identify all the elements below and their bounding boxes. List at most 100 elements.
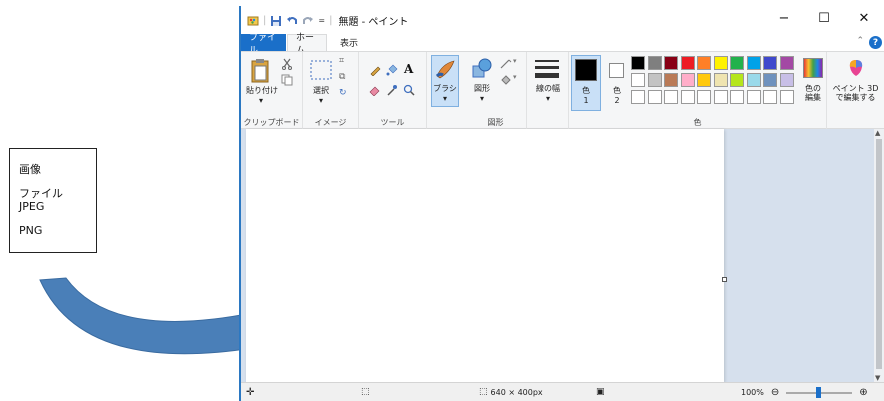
palette-swatch[interactable] — [697, 73, 711, 87]
palette-swatch[interactable] — [631, 90, 645, 104]
save-icon[interactable] — [270, 15, 282, 27]
palette-swatch[interactable] — [647, 73, 662, 87]
shapes-group-label: 図形 — [487, 118, 504, 127]
fill-icon[interactable] — [386, 64, 398, 76]
palette-swatch[interactable] — [779, 73, 794, 87]
cut-icon[interactable] — [281, 58, 293, 70]
magnifier-icon[interactable] — [403, 84, 415, 96]
palette-swatch[interactable] — [763, 56, 777, 70]
palette-swatch[interactable] — [647, 56, 662, 70]
zoom-in-icon[interactable]: ⊕ — [859, 387, 867, 398]
palette-swatch[interactable] — [730, 56, 744, 70]
palette-swatch[interactable] — [779, 90, 794, 104]
redo-icon[interactable] — [302, 15, 314, 27]
eraser-icon[interactable] — [369, 84, 381, 96]
vertical-scrollbar[interactable]: ▲ ▼ — [874, 129, 884, 382]
palette-swatch[interactable] — [713, 90, 728, 104]
color-picker-icon[interactable] — [386, 84, 398, 96]
tab-file[interactable]: ファイル — [241, 33, 286, 56]
edit-colors-line2[interactable]: 編集 — [799, 93, 827, 102]
outline-dropdown-icon[interactable]: ▾ — [513, 57, 517, 65]
scroll-down-icon[interactable]: ▼ — [875, 374, 880, 382]
zoom-slider[interactable] — [786, 386, 853, 398]
pencil-icon[interactable] — [369, 64, 381, 76]
drawing-canvas[interactable] — [246, 129, 724, 382]
paint3d-icon[interactable] — [846, 58, 866, 78]
customize-qa-icon[interactable]: = — [318, 16, 325, 25]
shapes-dropdown-icon[interactable]: ▾ — [477, 94, 487, 103]
palette-swatch[interactable] — [730, 73, 744, 87]
zoom-out-icon[interactable]: ⊖ — [771, 387, 779, 398]
palette-swatch[interactable] — [697, 56, 711, 70]
canvas-resize-handle[interactable] — [722, 277, 727, 282]
palette-swatch[interactable] — [713, 73, 728, 87]
minimize-icon[interactable]: − — [764, 6, 804, 30]
palette-swatch[interactable] — [680, 73, 695, 87]
zoom-slider-thumb[interactable] — [816, 386, 822, 398]
title-bar: | = | 無題 - ペイント − ☐ ✕ — [241, 6, 884, 34]
brush-dropdown-icon[interactable]: ▾ — [440, 94, 450, 103]
edit-colors-line1[interactable]: 色の — [799, 84, 827, 93]
tools-group-label: ツール — [380, 118, 405, 127]
fill-shape-icon[interactable] — [499, 74, 513, 86]
close-icon[interactable]: ✕ — [844, 6, 884, 30]
palette-swatch[interactable] — [664, 90, 678, 104]
screenshot: 画像 ファイル JPEG PNG | = | 無題 - ペイント − ☐ ✕ フ… — [0, 0, 884, 401]
tab-view[interactable]: 表示 — [331, 34, 367, 51]
palette-swatch[interactable] — [664, 56, 678, 70]
select-icon[interactable] — [310, 60, 332, 80]
paste-dropdown-icon[interactable]: ▾ — [256, 96, 266, 105]
size-group: 線の幅 ▾ — [527, 52, 569, 130]
palette-swatch[interactable] — [763, 73, 777, 87]
outline-icon[interactable] — [499, 58, 513, 70]
resize-icon[interactable]: ⧉ — [339, 72, 345, 82]
maximize-icon[interactable]: ☐ — [804, 6, 844, 30]
paint3d-line1[interactable]: ペイント 3D — [827, 84, 884, 93]
edit-colors-icon[interactable] — [803, 58, 823, 78]
undo-icon[interactable] — [286, 15, 298, 27]
palette-swatch[interactable] — [746, 73, 761, 87]
color2-swatch[interactable] — [609, 63, 624, 78]
tab-home[interactable]: ホーム — [287, 33, 327, 56]
palette-swatch[interactable] — [763, 90, 777, 104]
palette-swatch[interactable] — [730, 90, 744, 104]
brush-icon[interactable] — [434, 58, 456, 80]
palette-swatch[interactable] — [680, 56, 695, 70]
scroll-up-icon[interactable]: ▲ — [875, 129, 880, 137]
palette-swatch[interactable] — [713, 56, 728, 70]
shapes-button[interactable]: 図形 — [467, 84, 497, 93]
select-dropdown-icon[interactable]: ▾ — [316, 96, 326, 105]
text-tool-icon[interactable]: A — [404, 62, 413, 76]
scroll-thumb[interactable] — [876, 139, 882, 369]
image-dimensions: 640 × 400px — [490, 387, 543, 397]
collapse-ribbon-icon[interactable]: ⌃ — [856, 36, 864, 46]
line-width-icon[interactable] — [534, 58, 560, 80]
select-button[interactable]: 選択 — [307, 86, 335, 95]
palette-swatch[interactable] — [746, 56, 761, 70]
paste-icon[interactable] — [250, 58, 272, 84]
brush-button[interactable]: ブラシ — [431, 84, 459, 93]
paint3d-line2[interactable]: で編集する — [827, 93, 884, 102]
copy-icon[interactable] — [281, 74, 293, 86]
palette-swatch[interactable] — [779, 56, 794, 70]
paint3d-group: ペイント 3D で編集する — [827, 52, 884, 130]
image-size: ⬚ 640 × 400px — [479, 387, 543, 397]
paste-button[interactable]: 貼り付け — [244, 86, 280, 95]
paint-window: | = | 無題 - ペイント − ☐ ✕ ファイル ホーム 表示 ⌃ ? — [239, 6, 884, 401]
color1-swatch[interactable] — [575, 59, 597, 81]
shapes-icon[interactable] — [471, 58, 493, 80]
palette-swatch[interactable] — [664, 73, 678, 87]
palette-swatch[interactable] — [680, 90, 695, 104]
palette-swatch[interactable] — [631, 73, 645, 87]
color2-label: 色 — [613, 86, 621, 95]
fill-dropdown-icon[interactable]: ▾ — [513, 73, 517, 81]
palette-swatch[interactable] — [647, 90, 662, 104]
palette-swatch[interactable] — [631, 56, 645, 70]
palette-swatch[interactable] — [697, 90, 711, 104]
crop-icon[interactable]: ⌗ — [339, 56, 344, 66]
rotate-icon[interactable]: ↻ — [339, 88, 347, 98]
line-width-dropdown-icon[interactable]: ▾ — [543, 94, 553, 103]
help-icon[interactable]: ? — [869, 36, 882, 49]
palette-swatch[interactable] — [746, 90, 761, 104]
line-width-button[interactable]: 線の幅 — [528, 84, 568, 93]
